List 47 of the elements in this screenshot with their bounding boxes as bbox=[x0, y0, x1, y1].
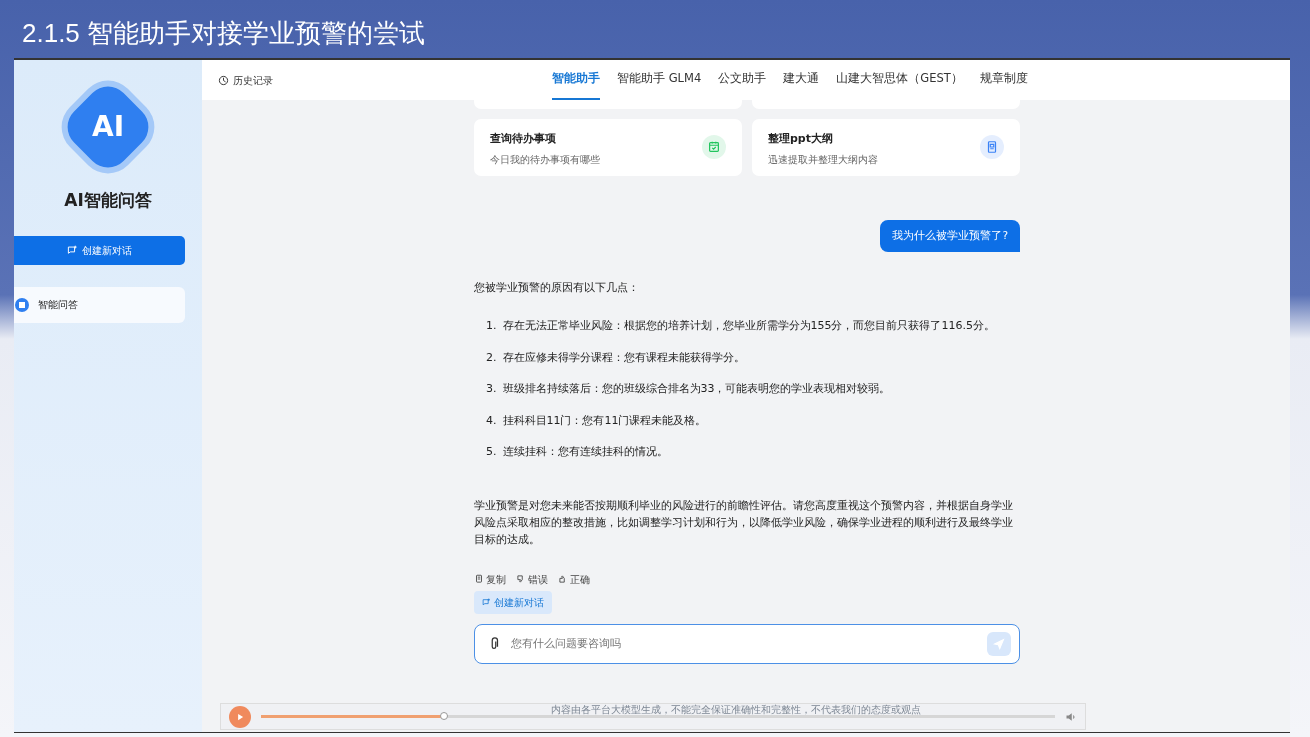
logo-text: AI bbox=[91, 109, 125, 145]
list-number: 1. bbox=[486, 318, 497, 335]
list-text: 连续挂科：您有连续挂科的情况。 bbox=[502, 444, 668, 461]
new-chat-icon bbox=[67, 245, 79, 256]
seek-thumb[interactable] bbox=[439, 712, 448, 720]
card-title: 整理ppt大纲 bbox=[768, 131, 834, 147]
feedback-button[interactable]: 正确 bbox=[558, 571, 590, 587]
send-icon bbox=[993, 637, 1005, 650]
clock-icon bbox=[218, 74, 229, 86]
disclaimer-text: 内容由各平台大模型生成，不能完全保证准确性和完整性，不代表我们的态度或观点 bbox=[551, 703, 921, 717]
list-text: 挂科科目11门：您有11门课程未能及格。 bbox=[502, 412, 707, 429]
app-name: AI智能问答 bbox=[64, 189, 152, 212]
copy-button[interactable]: 复制 bbox=[474, 571, 506, 587]
list-number: 4. bbox=[486, 412, 497, 429]
card-subtitle: 今日我的待办事项有哪些 bbox=[490, 152, 600, 167]
question-bubble: 我为什么被学业预警了? bbox=[880, 220, 1020, 252]
feedback-button[interactable]: 错误 bbox=[516, 571, 548, 587]
answer-text: 您被学业预警的原因有以下几点： bbox=[474, 279, 640, 296]
history-link[interactable]: 历史记录 bbox=[218, 72, 273, 88]
send-button[interactable] bbox=[987, 631, 1011, 656]
list-text: 班级排名持续落后：您的班级综合排名为33，可能表明您的学业表现相对较弱。 bbox=[502, 381, 891, 398]
chat-bubble-icon bbox=[14, 296, 30, 313]
slide-title: 2.1.5 智能助手对接学业预警的尝试 bbox=[21, 17, 427, 50]
volume-icon bbox=[1065, 710, 1077, 723]
card-title: 查询待办事项 bbox=[490, 131, 557, 147]
nav-tab[interactable]: 山建大智思体（GEST） bbox=[836, 60, 963, 100]
play-button[interactable] bbox=[229, 705, 251, 728]
card-subtitle: 迅速提取并整理大纲内容 bbox=[768, 152, 878, 167]
nav-tab[interactable]: 公文助手 bbox=[718, 60, 767, 100]
chat-input[interactable]: 您有什么问题要咨询吗 bbox=[474, 623, 1020, 664]
nav-tab[interactable]: 建大通 bbox=[783, 60, 820, 100]
prompt-card[interactable]: 整理ppt大纲 迅速提取并整理大纲内容 bbox=[752, 119, 1020, 176]
answer-paragraph: 学业预警是对您未来能否按期顺利毕业的风险进行的前瞻性评估。请您高度重视这个预警内容，并根据自身学业风险点采取相应的整改措施，比如调整学习计划和行为，以降低学业风险，确保学业进程的顺利进行及最终学业目标的达成。 bbox=[474, 497, 1014, 548]
list-number: 3. bbox=[486, 381, 497, 398]
list-number: 2. bbox=[486, 349, 497, 366]
new-chat-button[interactable]: 创建新对话 bbox=[14, 235, 185, 265]
list-text: 存在应修未得学分课程：您有课程未能获得学分。 bbox=[502, 349, 745, 366]
copy-icon bbox=[474, 574, 484, 585]
new-chat-icon bbox=[482, 598, 491, 608]
play-icon bbox=[235, 711, 245, 722]
nav-tab[interactable]: 智能助手 GLM4 bbox=[617, 60, 702, 100]
sidebar-item[interactable]: 智能问答 bbox=[14, 286, 185, 323]
nav-tab[interactable]: 规章制度 bbox=[979, 60, 1028, 100]
new-chat-chip[interactable]: 创建新对话 bbox=[474, 590, 553, 614]
prompt-card[interactable]: 查询待办事项 今日我的待办事项有哪些 bbox=[474, 119, 742, 176]
list-number: 5. bbox=[486, 444, 497, 461]
list-text: 存在无法正常毕业风险：根据您的培养计划，您毕业所需学分为155分，而您目前只获得了116.5分。 bbox=[502, 318, 995, 335]
